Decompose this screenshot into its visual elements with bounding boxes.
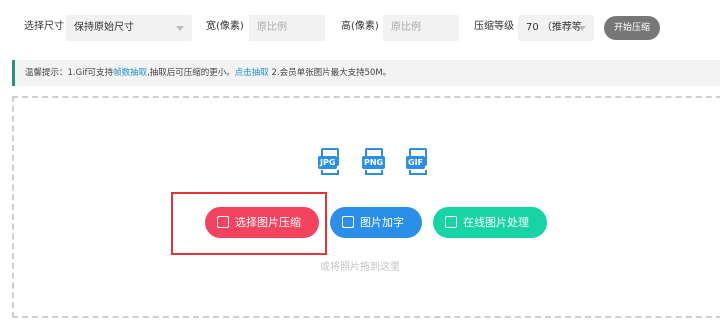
tip-prefix: 温馨提示：1.Gif可支持 <box>25 68 114 78</box>
edit-icon <box>342 216 354 228</box>
width-input[interactable] <box>249 15 325 41</box>
online-button-label: 在线图片处理 <box>463 216 529 229</box>
tip-suffix: 2.会员单张图片最大支持50M。 <box>268 68 392 78</box>
drag-hint: 或将照片拖到这里 <box>320 262 400 273</box>
select-image-compress-button[interactable]: 选择图片压缩 <box>205 207 319 238</box>
height-input[interactable] <box>383 15 459 41</box>
level-select[interactable]: 70 （推荐等 <box>518 15 594 41</box>
text-button-label: 图片加字 <box>360 216 404 229</box>
image-add-text-button[interactable]: 图片加字 <box>330 207 422 238</box>
width-label: 宽(像素) <box>206 21 244 32</box>
level-select-value: 70 （推荐等 <box>526 22 582 33</box>
frame-extract-link[interactable]: 帧数抽取 <box>113 68 147 78</box>
png-file-icon: PNG <box>362 148 388 176</box>
select-button-label: 选择图片压缩 <box>235 216 301 229</box>
gif-file-icon: GIF <box>406 148 432 176</box>
jpg-file-icon: JPG <box>318 148 344 176</box>
image-edit-icon <box>445 216 457 228</box>
start-compress-button[interactable]: 开始压缩 <box>604 16 660 40</box>
chevron-down-icon <box>176 26 184 31</box>
tip-middle: ,抽取后可压缩的更小。 <box>147 68 235 78</box>
chevron-down-icon <box>578 26 586 31</box>
online-image-edit-button[interactable]: 在线图片处理 <box>433 207 547 238</box>
gif-label: GIF <box>406 156 426 169</box>
compression-toolbar: 选择尺寸 保持原始尺寸 宽(像素) 高(像素) 压缩等级 70 （推荐等 开始压… <box>0 0 720 58</box>
height-label: 高(像素) <box>341 21 379 32</box>
tip-bar: 温馨提示：1.Gif可支持帧数抽取,抽取后可压缩的更小。点击抽取 2.会员单张图… <box>12 60 720 86</box>
jpg-label: JPG <box>318 156 338 169</box>
size-label: 选择尺寸 <box>24 21 64 32</box>
size-select[interactable]: 保持原始尺寸 <box>66 15 192 41</box>
level-label: 压缩等级 <box>474 21 514 32</box>
size-select-value: 保持原始尺寸 <box>74 22 134 33</box>
click-extract-link[interactable]: 点击抽取 <box>235 68 269 78</box>
png-label: PNG <box>362 156 386 169</box>
image-icon <box>217 216 229 228</box>
